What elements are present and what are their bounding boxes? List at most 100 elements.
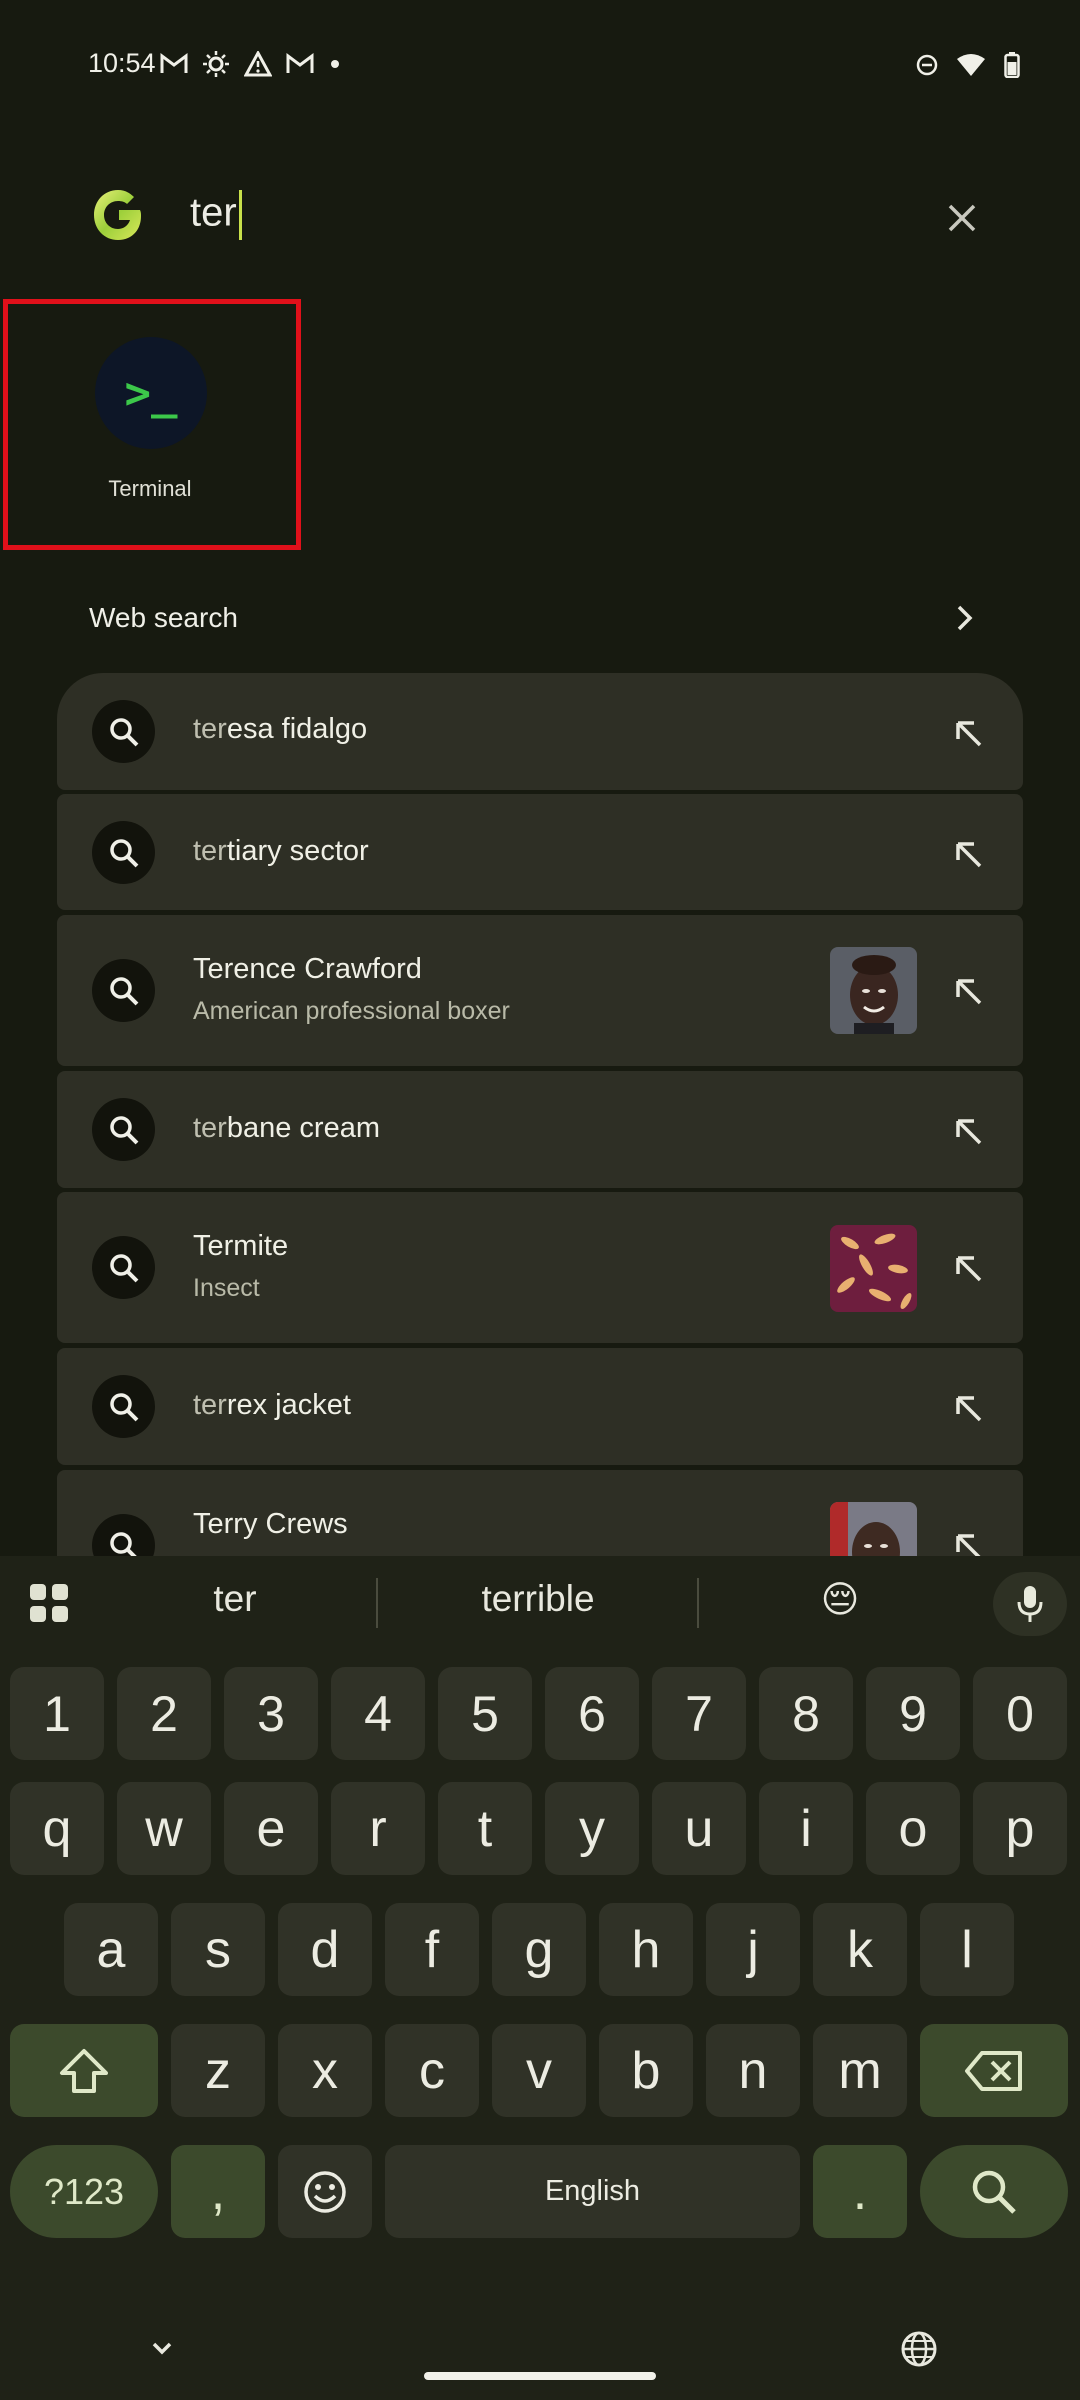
- search-header: [0, 170, 1080, 280]
- key-q[interactable]: q: [10, 1782, 104, 1875]
- key-v[interactable]: v: [492, 2024, 586, 2117]
- key-m[interactable]: m: [813, 2024, 907, 2117]
- key-u[interactable]: u: [652, 1782, 746, 1875]
- key-1[interactable]: 1: [10, 1667, 104, 1760]
- search-input[interactable]: ter: [190, 190, 242, 240]
- chevron-right-icon[interactable]: [948, 602, 980, 634]
- key-e[interactable]: e: [224, 1782, 318, 1875]
- key-x[interactable]: x: [278, 2024, 372, 2117]
- search-icon: [92, 821, 155, 884]
- terminal-app-icon[interactable]: >_: [95, 337, 207, 449]
- language-globe-icon[interactable]: [900, 2330, 938, 2368]
- keyboard-suggestion[interactable]: ter: [140, 1578, 330, 1620]
- suggestion-text: terrex jacket: [193, 1389, 351, 1421]
- key-i[interactable]: i: [759, 1782, 853, 1875]
- key-p[interactable]: p: [973, 1782, 1067, 1875]
- text-cursor: [238, 190, 242, 240]
- suggestion-item[interactable]: Terence Crawford American professional b…: [57, 915, 1023, 1066]
- key-8[interactable]: 8: [759, 1667, 853, 1760]
- key-d[interactable]: d: [278, 1903, 372, 1996]
- key-o[interactable]: o: [866, 1782, 960, 1875]
- warning-icon: [244, 51, 272, 77]
- status-icons-right: [916, 52, 1020, 78]
- suggestion-subtitle: American professional boxer: [193, 997, 510, 1025]
- keyboard-apps-icon[interactable]: [28, 1582, 70, 1624]
- suggestion-item[interactable]: tertiary sector: [57, 794, 1023, 910]
- fill-query-arrow-icon[interactable]: [950, 1390, 986, 1426]
- terminal-glyph: >_: [124, 367, 178, 419]
- key-g[interactable]: g: [492, 1903, 586, 1996]
- period-key[interactable]: .: [813, 2145, 907, 2238]
- key-t[interactable]: t: [438, 1782, 532, 1875]
- suggestion-item[interactable]: Termite Insect: [57, 1192, 1023, 1343]
- search-icon: [92, 959, 155, 1022]
- key-y[interactable]: y: [545, 1782, 639, 1875]
- key-f[interactable]: f: [385, 1903, 479, 1996]
- keyboard-suggestion-emoji[interactable]: 😔: [740, 1578, 940, 1621]
- google-logo-icon: [94, 190, 141, 240]
- search-query-text: ter: [190, 190, 237, 235]
- keyboard-suggestion[interactable]: terrible: [420, 1578, 656, 1620]
- keyboard-suggestion-divider: [376, 1578, 378, 1628]
- status-icons-left: [160, 50, 342, 78]
- fill-query-arrow-icon[interactable]: [950, 715, 986, 751]
- key-5[interactable]: 5: [438, 1667, 532, 1760]
- key-6[interactable]: 6: [545, 1667, 639, 1760]
- emoji-key[interactable]: [278, 2145, 372, 2238]
- microphone-icon: [1017, 1586, 1043, 1622]
- fill-query-arrow-icon[interactable]: [950, 836, 986, 872]
- emoji-icon: [304, 2170, 346, 2213]
- key-s[interactable]: s: [171, 1903, 265, 1996]
- key-r[interactable]: r: [331, 1782, 425, 1875]
- voice-input-button[interactable]: [993, 1572, 1067, 1636]
- suggestion-thumbnail: [830, 1225, 917, 1312]
- suggestion-thumbnail: [830, 947, 917, 1034]
- gmail-icon: [160, 53, 188, 73]
- brightness-icon: [203, 51, 229, 77]
- suggestion-text: tertiary sector: [193, 835, 369, 867]
- navigation-handle[interactable]: [424, 2372, 656, 2380]
- key-j[interactable]: j: [706, 1903, 800, 1996]
- fill-query-arrow-icon[interactable]: [950, 1113, 986, 1149]
- clear-search-button[interactable]: [940, 196, 984, 240]
- shift-key[interactable]: [10, 2024, 158, 2117]
- key-3[interactable]: 3: [224, 1667, 318, 1760]
- key-n[interactable]: n: [706, 2024, 800, 2117]
- key-c[interactable]: c: [385, 2024, 479, 2117]
- search-icon: [972, 2170, 1016, 2214]
- key-a[interactable]: a: [64, 1903, 158, 1996]
- hide-keyboard-chevron-down-icon[interactable]: [144, 2330, 180, 2366]
- fill-query-arrow-icon[interactable]: [950, 1250, 986, 1286]
- comma-key[interactable]: ,: [171, 2145, 265, 2238]
- space-key[interactable]: English: [385, 2145, 800, 2238]
- backspace-key[interactable]: [920, 2024, 1068, 2117]
- key-2[interactable]: 2: [117, 1667, 211, 1760]
- key-b[interactable]: b: [599, 2024, 693, 2117]
- wifi-icon: [957, 54, 985, 76]
- key-9[interactable]: 9: [866, 1667, 960, 1760]
- search-icon: [92, 1375, 155, 1438]
- key-7[interactable]: 7: [652, 1667, 746, 1760]
- key-k[interactable]: k: [813, 1903, 907, 1996]
- key-w[interactable]: w: [117, 1782, 211, 1875]
- search-icon: [92, 1098, 155, 1161]
- search-icon: [92, 700, 155, 763]
- key-h[interactable]: h: [599, 1903, 693, 1996]
- suggestion-text: teresa fidalgo: [193, 713, 368, 745]
- web-search-label: Web search: [89, 602, 238, 633]
- key-l[interactable]: l: [920, 1903, 1014, 1996]
- search-action-key[interactable]: [920, 2145, 1068, 2238]
- suggestion-item[interactable]: teresa fidalgo: [57, 673, 1023, 790]
- suggestion-item[interactable]: terbane cream: [57, 1071, 1023, 1188]
- terminal-app-label: Terminal: [108, 476, 192, 501]
- suggestion-text: Terence Crawford: [193, 953, 422, 985]
- battery-icon: [1004, 52, 1020, 78]
- fill-query-arrow-icon[interactable]: [950, 973, 986, 1009]
- suggestion-item[interactable]: terrex jacket: [57, 1348, 1023, 1465]
- symbols-key[interactable]: ?123: [10, 2145, 158, 2238]
- suggestion-subtitle: Insect: [193, 1274, 260, 1302]
- gmail-icon-2: [286, 53, 314, 73]
- key-4[interactable]: 4: [331, 1667, 425, 1760]
- key-z[interactable]: z: [171, 2024, 265, 2117]
- key-0[interactable]: 0: [973, 1667, 1067, 1760]
